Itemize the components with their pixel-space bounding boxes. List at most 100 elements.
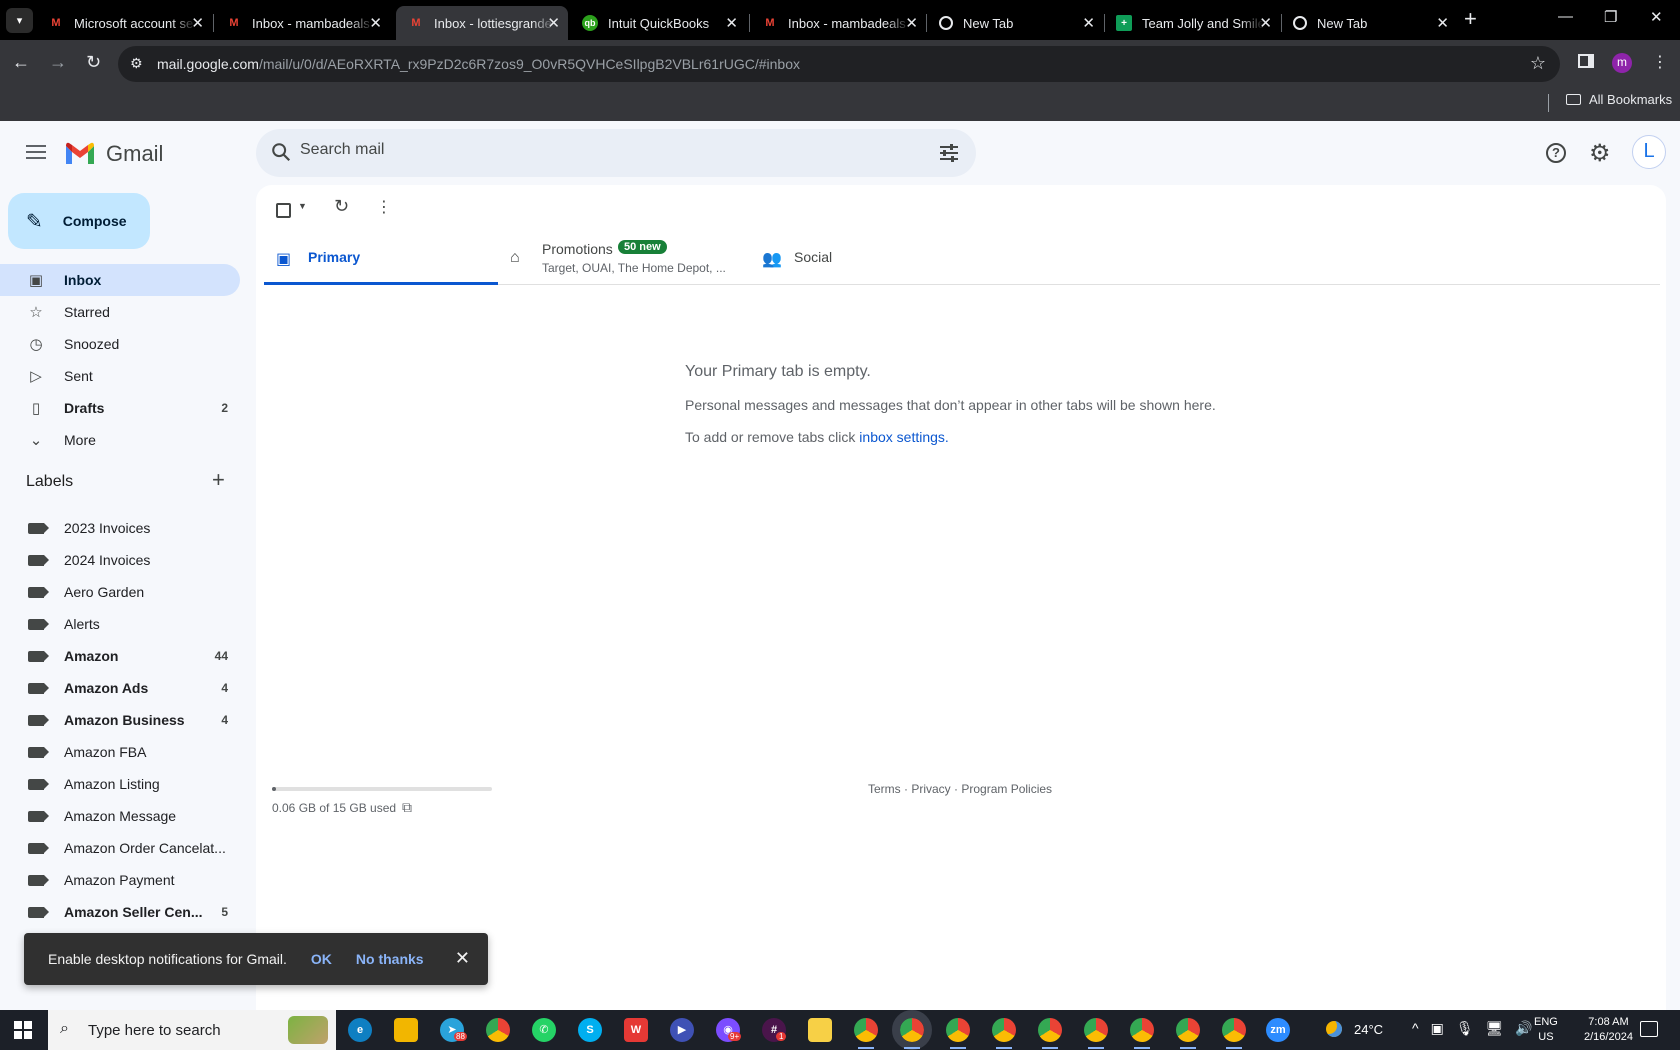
zoom-icon[interactable]: zm [1266,1018,1290,1042]
address-bar[interactable]: ⚙ mail.google.com/mail/u/0/d/AEoRXRTA_rx… [118,46,1560,82]
chrome-profile-icon[interactable] [1130,1018,1154,1049]
label-item[interactable]: 2023 Invoices [0,512,240,544]
chrome-icon[interactable] [486,1018,510,1042]
more-options-icon[interactable]: ⋮ [376,197,392,217]
side-panel-icon[interactable] [1578,54,1594,68]
inbox-settings-link[interactable]: inbox settings. [859,429,949,445]
label-item[interactable]: Alerts [0,608,240,640]
no-thanks-button[interactable]: No thanks [356,951,424,967]
select-dropdown-icon[interactable]: ▼ [298,201,307,211]
search-bar[interactable] [256,129,976,177]
open-in-new-icon[interactable]: ⧉ [402,799,412,816]
tab-search-button[interactable]: ▾ [6,8,33,33]
tab-promotions[interactable]: ⌂ Promotions 50 new Target, OUAI, The Ho… [498,230,750,285]
volume-icon[interactable]: 🔊 [1515,1020,1532,1037]
profile-avatar[interactable]: m [1612,53,1632,73]
close-icon[interactable]: ✕ [1259,14,1272,32]
notifications-icon[interactable] [1640,1021,1658,1037]
search-icon[interactable] [270,141,292,163]
label-item[interactable]: Amazon FBA [0,736,240,768]
wps-icon[interactable]: W [624,1018,648,1042]
search-input[interactable] [300,141,880,159]
bookmark-star-icon[interactable]: ☆ [1530,53,1546,74]
label-item[interactable]: Amazon Payment [0,864,240,896]
file-explorer-icon[interactable] [394,1018,418,1042]
clock[interactable]: 7:08 AM 2/16/2024 [1584,1015,1633,1045]
skype-icon[interactable]: S [578,1018,602,1042]
microphone-icon[interactable]: 🎙 [1456,1020,1474,1037]
chrome-profile-icon[interactable] [992,1018,1016,1049]
close-icon[interactable]: ✕ [905,14,918,32]
window-close-icon[interactable]: ✕ [1650,8,1663,26]
settings-gear-icon[interactable]: ⚙ [1589,139,1611,168]
label-item[interactable]: Amazon Business 4 [0,704,240,736]
restore-icon[interactable]: ❐ [1604,8,1617,26]
tab-primary[interactable]: ▣ Primary [264,230,498,285]
network-icon[interactable]: 🖥 [1486,1020,1504,1037]
compose-button[interactable]: ✎ Compose [8,193,150,249]
privacy-link[interactable]: Privacy [911,782,950,796]
sidebar-item-snoozed[interactable]: ◷ Snoozed [0,328,240,360]
windows-start-icon[interactable] [14,1021,32,1039]
meet-now-icon[interactable]: ▣ [1431,1020,1444,1037]
sidebar-item-inbox[interactable]: ▣ Inbox [0,264,240,296]
label-item[interactable]: Amazon Ads 4 [0,672,240,704]
label-item[interactable]: Aero Garden [0,576,240,608]
whatsapp-icon[interactable]: ✆ [532,1018,556,1042]
gmail-logo[interactable]: Gmail [64,141,163,167]
close-icon[interactable]: ✕ [455,948,470,969]
account-avatar[interactable]: L [1632,135,1666,169]
new-tab-button[interactable]: + [1464,6,1477,32]
tab-social[interactable]: 👥 Social [750,230,990,285]
sidebar-item-more[interactable]: ⌄ More [0,424,240,456]
chevron-up-icon[interactable]: ^ [1412,1020,1419,1037]
ok-button[interactable]: OK [311,951,332,967]
program-policies-link[interactable]: Program Policies [961,782,1052,796]
weather-widget[interactable]: 24°C [1326,1021,1383,1037]
terms-link[interactable]: Terms [868,782,901,796]
add-label-icon[interactable]: + [212,467,225,493]
close-icon[interactable]: ✕ [369,14,382,32]
url-text[interactable]: mail.google.com/mail/u/0/d/AEoRXRTA_rx9P… [157,56,800,72]
close-icon[interactable]: ✕ [725,14,738,32]
forward-icon[interactable]: → [49,52,67,73]
all-bookmarks-button[interactable]: All Bookmarks [1566,92,1672,107]
edge-icon[interactable]: e [348,1018,372,1042]
select-all-checkbox[interactable] [276,203,291,218]
sidebar-item-drafts[interactable]: ▯ Drafts 2 [0,392,240,424]
label-item[interactable]: Amazon Seller Cen... 5 [0,896,240,928]
minimize-icon[interactable]: — [1558,8,1573,25]
chrome-profile-icon[interactable] [1084,1018,1108,1049]
label-item[interactable]: Amazon Listing [0,768,240,800]
sticky-notes-icon[interactable] [808,1018,832,1042]
browser-tab[interactable]: M Inbox - mambadeals ✕ [214,6,390,40]
reload-icon[interactable]: ↻ [86,52,101,73]
label-item[interactable]: Amazon 44 [0,640,240,672]
label-item[interactable]: Amazon Order Cancelat... [0,832,240,864]
browser-tab[interactable]: New Tab ✕ [927,6,1103,40]
help-icon[interactable]: ? [1546,143,1566,163]
input-language[interactable]: ENG US [1534,1015,1558,1045]
chrome-profile-icon[interactable] [1176,1018,1200,1049]
browser-menu-icon[interactable]: ⋮ [1652,52,1668,72]
sidebar-item-sent[interactable]: ▷ Sent [0,360,240,392]
video-icon[interactable]: ▶ [670,1018,694,1042]
browser-tab[interactable]: qb Intuit QuickBooks ✕ [570,6,746,40]
back-icon[interactable]: ← [12,52,30,73]
refresh-icon[interactable]: ↻ [334,196,349,217]
search-options-icon[interactable] [938,143,960,163]
chrome-profile-icon[interactable] [946,1018,970,1049]
label-item[interactable]: 2024 Invoices [0,544,240,576]
chrome-profile-icon[interactable] [854,1018,878,1049]
chrome-profile-icon[interactable] [892,1010,932,1050]
close-icon[interactable]: ✕ [1082,14,1095,32]
chrome-profile-icon[interactable] [1038,1018,1062,1049]
browser-tab[interactable]: + Team Jolly and Smile ✕ [1104,6,1280,40]
browser-tab[interactable]: M Inbox - mambadeals ✕ [750,6,926,40]
label-item[interactable]: Amazon Message [0,800,240,832]
sidebar-item-starred[interactable]: ☆ Starred [0,296,240,328]
site-info-icon[interactable]: ⚙ [130,55,143,72]
taskbar-search[interactable]: ⌕ Type here to search [48,1010,336,1050]
close-icon[interactable]: ✕ [547,14,560,32]
browser-tab[interactable]: New Tab ✕ [1281,6,1457,40]
